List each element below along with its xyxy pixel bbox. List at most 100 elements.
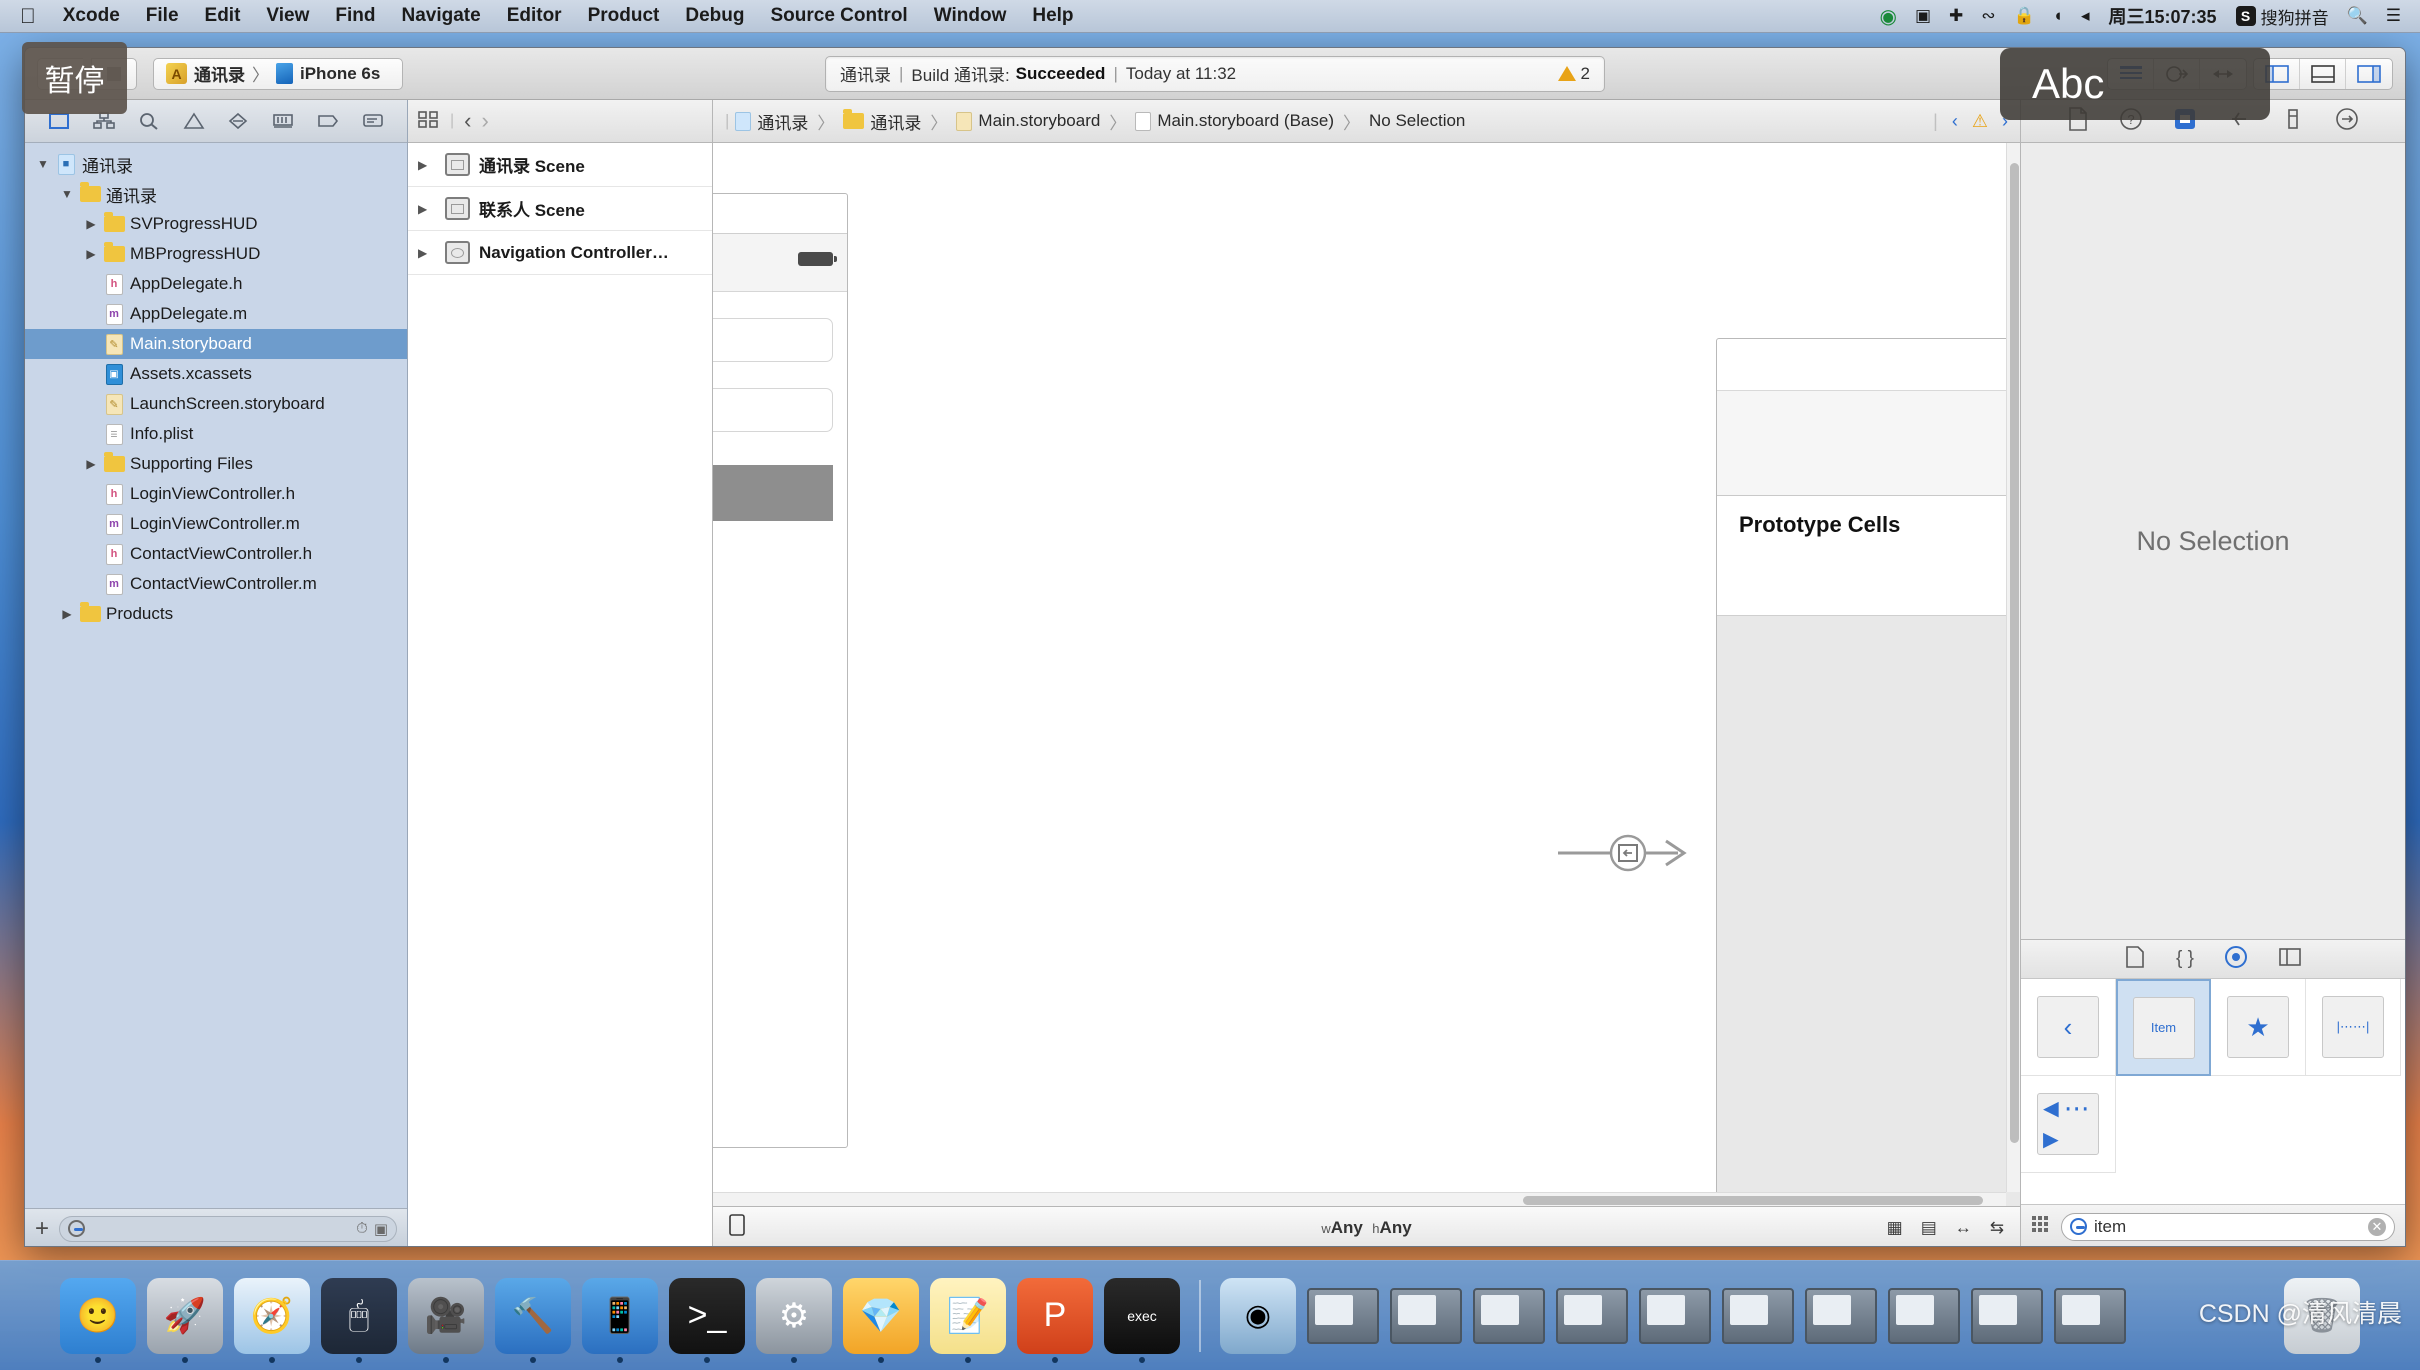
table-view-placeholder[interactable]: Table View Prototype Content <box>1717 616 2020 1206</box>
breadcrumb-item-0[interactable]: 通讯录 <box>757 109 808 134</box>
dock-item-sketch[interactable]: 💎 <box>843 1277 919 1363</box>
disclosure-triangle-icon[interactable]: ▶ <box>418 246 436 260</box>
align-icon[interactable]: ▤ <box>1921 1218 1937 1238</box>
navigator-row[interactable]: ▣ Assets.xcassets <box>25 359 407 389</box>
notification-center-icon[interactable]: ☰ <box>2377 6 2410 26</box>
menu-bar-clock[interactable]: 周三15:07:35 <box>2099 3 2227 29</box>
back-chevron-icon[interactable]: ‹ <box>464 108 471 134</box>
camera-icon[interactable]: ▣ <box>1906 6 1940 26</box>
panel-debug-icon[interactable] <box>2300 58 2346 89</box>
library-item-fixed-space-bar-button-item[interactable]: ★ <box>2211 979 2306 1076</box>
dock-item-simulator[interactable]: 📱 <box>582 1277 658 1363</box>
dock-minimized-window-1[interactable] <box>1307 1287 1379 1344</box>
test-navigator-icon[interactable] <box>225 109 251 133</box>
dock-item-exec-app[interactable]: exec <box>1104 1277 1180 1363</box>
warning-indicator[interactable]: 2 <box>1557 64 1590 84</box>
find-navigator-icon[interactable] <box>136 109 162 133</box>
dock-minimized-window-9[interactable] <box>1971 1287 2043 1344</box>
dock-item-notes[interactable]: 📝 <box>930 1277 1006 1363</box>
menu-item-edit[interactable]: Edit <box>192 5 254 27</box>
spotlight-search-icon[interactable]: 🔍 <box>2338 6 2377 26</box>
dock-minimized-window-2[interactable] <box>1390 1287 1462 1344</box>
navigator-row[interactable]: ▼ ■ 通讯录 <box>25 149 407 179</box>
menu-item-xcode[interactable]: Xcode <box>50 5 133 27</box>
outline-list[interactable]: ▶ 通讯录 Scene ▶ 联系人 Scene ▶ Navigation Controll… <box>408 143 712 275</box>
disclosure-triangle-icon[interactable]: ▶ <box>81 457 101 471</box>
menu-item-editor[interactable]: Editor <box>494 5 575 27</box>
outline-item[interactable]: ▶ 通讯录 Scene <box>408 143 712 187</box>
constraints-icon[interactable]: ▦ <box>1887 1218 1903 1238</box>
apple-logo-icon[interactable]:  <box>10 6 50 27</box>
library-item-flexible-space-bar-button-item-2[interactable]: ◄⋯► <box>2021 1076 2116 1173</box>
menu-item-source-control[interactable]: Source Control <box>757 5 920 27</box>
disclosure-triangle-icon[interactable]: ▶ <box>81 217 101 231</box>
library-item-bar-button-item[interactable]: Item <box>2116 979 2211 1076</box>
outline-toggle-icon[interactable] <box>418 110 440 133</box>
code-snippet-library-icon[interactable]: { } <box>2176 948 2194 970</box>
recent-files-icon[interactable]: ⏱ <box>356 1220 368 1237</box>
dock-minimized-window-7[interactable] <box>1805 1287 1877 1344</box>
dock-item-mouse-app[interactable]: 🖱 <box>321 1277 397 1363</box>
dock-item-safari[interactable]: 🧭 <box>234 1277 310 1363</box>
input-method-indicator[interactable]: S 搜狗拼音 <box>2227 4 2338 29</box>
navigator-row[interactable]: m ContactViewController.m <box>25 569 407 599</box>
login-username-field[interactable] <box>713 318 833 362</box>
library-item-back-bar-button-item[interactable]: ‹ <box>2021 979 2116 1076</box>
menu-item-navigate[interactable]: Navigate <box>388 5 493 27</box>
debug-navigator-icon[interactable] <box>270 109 296 133</box>
dock-item-p-app[interactable]: P <box>1017 1277 1093 1363</box>
breadcrumb-item-1[interactable]: 通讯录 <box>870 109 921 134</box>
navigator-row[interactable]: m AppDelegate.m <box>25 299 407 329</box>
bluetooth-icon[interactable]: ∾ <box>1972 6 2004 26</box>
disclosure-triangle-icon[interactable]: ▶ <box>81 247 101 261</box>
forward-chevron-icon[interactable]: › <box>481 108 488 134</box>
canvas-horizontal-scrollbar[interactable] <box>713 1192 2006 1206</box>
menu-item-help[interactable]: Help <box>1019 5 1086 27</box>
dock-item-finder[interactable]: 🙂 <box>60 1277 136 1363</box>
previous-issue-icon[interactable]: ‹ <box>1952 111 1958 132</box>
library-tab-bar[interactable]: { } <box>2021 939 2405 979</box>
storyboard-canvas[interactable]: 联系人 联系人 Item + Prototype Cells Table Vie… <box>713 143 2020 1206</box>
navigator-filter-field[interactable]: ⏱ ▣ <box>59 1215 397 1242</box>
disclosure-triangle-icon[interactable]: ▼ <box>57 187 77 201</box>
disclosure-triangle-icon[interactable]: ▶ <box>418 158 436 172</box>
pin-icon[interactable]: ↔ <box>1955 1218 1972 1238</box>
dock-item-system-preferences[interactable]: ⚙ <box>756 1277 832 1363</box>
panel-toggles-segment[interactable] <box>2253 57 2393 90</box>
object-library-icon[interactable] <box>2224 945 2248 974</box>
menu-item-debug[interactable]: Debug <box>672 5 757 27</box>
size-class-indicator[interactable]: wAny hAny <box>1321 1218 1411 1238</box>
navigator-row[interactable]: ▶ SVProgressHUD <box>25 209 407 239</box>
resolve-issues-icon[interactable]: ⇆ <box>1990 1218 2004 1238</box>
disclosure-triangle-icon[interactable]: ▶ <box>418 202 436 216</box>
login-view-controller-scene[interactable] <box>713 193 848 1148</box>
navigator-row[interactable]: ▶ MBProgressHUD <box>25 239 407 269</box>
outline-item[interactable]: ▶ 联系人 Scene <box>408 187 712 231</box>
outline-item[interactable]: ▶ Navigation Controller… <box>408 231 712 275</box>
navigation-bar[interactable]: 联系人 Item + <box>1717 391 2020 496</box>
menu-item-find[interactable]: Find <box>322 5 388 27</box>
add-file-button[interactable]: + <box>35 1215 49 1243</box>
volume-icon[interactable]: ◂ <box>2072 6 2099 26</box>
object-library-grid[interactable]: ‹ Item ★ |⋯⋯| ◄⋯► <box>2021 979 2405 1204</box>
lock-icon[interactable]: 🔒 <box>2005 6 2044 26</box>
size-inspector-icon[interactable] <box>2281 107 2305 136</box>
menu-item-window[interactable]: Window <box>921 5 1020 27</box>
project-navigator-tree[interactable]: ▼ ■ 通讯录 ▼ 通讯录 ▶ SVProgressHUD ▶ MBProgressHUD h Ap… <box>25 143 407 1208</box>
navigator-row[interactable]: h LoginViewController.h <box>25 479 407 509</box>
login-password-field[interactable] <box>713 388 833 432</box>
dock-item-media-player[interactable]: ◉ <box>1220 1277 1296 1354</box>
dock-item-launchpad[interactable]: 🚀 <box>147 1277 223 1363</box>
menu-item-file[interactable]: File <box>133 5 192 27</box>
segue-connector[interactable] <box>1558 833 1728 873</box>
device-icon[interactable] <box>729 1214 745 1241</box>
dock-item-xcode[interactable]: 🔨 <box>495 1277 571 1363</box>
dock-minimized-window-8[interactable] <box>1888 1287 1960 1344</box>
scheme-selector[interactable]: A 通讯录 〉 iPhone 6s <box>153 57 403 90</box>
library-item-flexible-space-bar-button-item[interactable]: |⋯⋯| <box>2306 979 2401 1076</box>
breadcrumb-item-2[interactable]: Main.storyboard <box>978 111 1100 131</box>
canvas-vertical-scrollbar[interactable] <box>2006 143 2020 1192</box>
panel-utilities-icon[interactable] <box>2346 59 2392 89</box>
dock-minimized-window-5[interactable] <box>1639 1287 1711 1344</box>
navigator-row[interactable]: ▼ 通讯录 <box>25 179 407 209</box>
